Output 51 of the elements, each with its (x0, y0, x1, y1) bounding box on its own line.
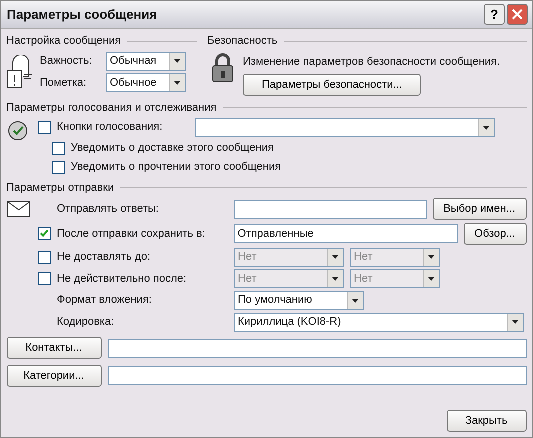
caret-icon (482, 126, 490, 130)
text-field[interactable] (108, 338, 526, 358)
close-button[interactable] (507, 4, 528, 25)
caret-icon (428, 255, 435, 259)
checkbox[interactable] (38, 121, 51, 134)
field-label: Пометка: (40, 76, 88, 90)
field-label: Кодировка: (57, 315, 114, 330)
contacts-button[interactable]: Категории... (6, 364, 102, 387)
caret-icon (174, 59, 181, 63)
window-title: Параметры сообщения (7, 6, 158, 24)
checkbox-label: Уведомить о доставке этого сообщения (71, 140, 274, 156)
field-label: Не доставлять до: (57, 250, 151, 265)
field-label: Формат вложения: (57, 293, 152, 308)
dropdown[interactable]: Обычная (106, 52, 186, 70)
dropdown[interactable]: Кириллица (KOI8-R) (234, 312, 524, 332)
checkbox-label: Уведомить о прочтении этого сообщения (71, 160, 282, 175)
contacts-button[interactable]: Контакты... (6, 337, 102, 360)
envelope-icon (6, 54, 34, 89)
group-title: Параметры голосования и отслеживания (6, 100, 217, 116)
group-title: Настройка сообщения (6, 34, 122, 49)
close-dialog-button[interactable]: Закрыть (446, 410, 526, 432)
field-label: После отправки сохранить в: (57, 226, 206, 242)
help-button[interactable]: ? (484, 4, 505, 25)
caret-icon (332, 276, 339, 281)
browse-button[interactable]: Обзор... (464, 222, 526, 245)
close-icon (512, 9, 523, 20)
caret-icon (428, 276, 435, 281)
reply-address-field[interactable] (234, 200, 427, 218)
group-title: Безопасность (208, 34, 278, 49)
voting-buttons-dropdown[interactable] (194, 118, 495, 137)
field-label: Важность: (40, 54, 94, 69)
checkbox-label: Кнопки голосования: (57, 120, 163, 136)
group-title: Параметры отправки (6, 180, 114, 196)
dropdown[interactable]: По умолчанию (234, 291, 364, 310)
folder-field[interactable]: Отправленные (234, 224, 458, 244)
text-field[interactable] (108, 366, 526, 386)
checkbox[interactable] (38, 250, 51, 264)
caret-icon (352, 298, 359, 302)
field-label: Отправлять ответы: (57, 202, 159, 217)
checkbox[interactable] (38, 272, 51, 286)
security-settings-button[interactable]: Параметры безопасности... (243, 74, 422, 96)
select-names-button[interactable]: Выбор имен... (432, 198, 526, 220)
field-label: Не действительно после: (57, 272, 187, 286)
checkbox[interactable] (52, 142, 65, 154)
checkbox[interactable] (52, 160, 65, 174)
caret-icon (332, 255, 339, 259)
dropdown[interactable]: Обычное (106, 73, 186, 92)
caret-icon (174, 80, 181, 85)
checkbox[interactable] (38, 227, 51, 240)
description-text: Изменение параметров безопасности сообщения. (243, 55, 500, 70)
caret-icon (512, 320, 519, 324)
